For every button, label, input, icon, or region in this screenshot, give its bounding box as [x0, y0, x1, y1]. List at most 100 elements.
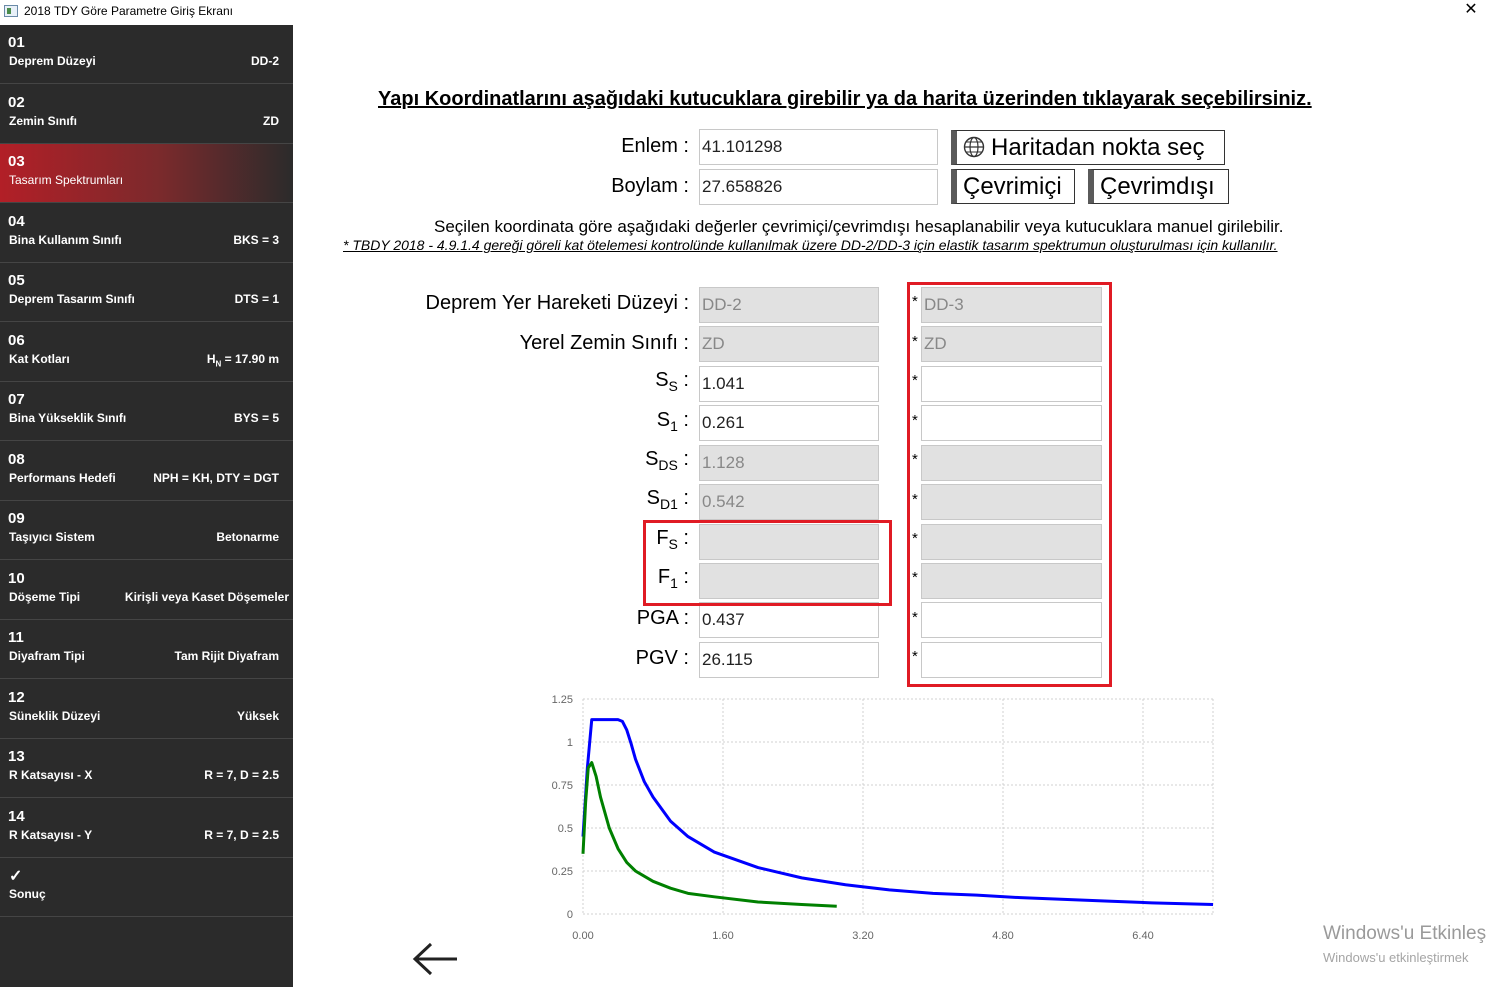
sidebar-item-kat-kotlari[interactable]: 06 Kat Kotları HN = 17.90 m: [0, 323, 293, 382]
sidebar-item-zemin-sinifi[interactable]: 02 Zemin Sınıfı ZD: [0, 85, 293, 144]
step-number: 03: [8, 153, 25, 170]
sidebar-item-sonuc[interactable]: ✓ Sonuç: [0, 858, 293, 917]
step-name: Deprem Tasarım Sınıfı: [9, 292, 135, 306]
step-value: HN = 17.90 m: [207, 352, 279, 368]
step-value: NPH = KH, DTY = DGT: [153, 471, 279, 485]
ss-label-main: S: [655, 369, 669, 391]
sidebar-item-deprem-duzeyi[interactable]: 01 Deprem Düzeyi DD-2: [0, 25, 293, 84]
step-number: 08: [8, 451, 25, 468]
dd2-ss-input[interactable]: [699, 366, 879, 402]
step-value: DD-2: [250, 54, 279, 68]
chart-xtick-label: 1.60: [712, 930, 733, 942]
sidebar-item-diyafram-tipi[interactable]: 11 Diyafram Tipi Tam Rijit Diyafram: [0, 620, 293, 679]
sd1-label-sub: D1: [659, 496, 678, 512]
offline-button[interactable]: Çevrimdışı: [1088, 169, 1229, 204]
chart-xtick-label: 4.80: [992, 930, 1013, 942]
check-icon: ✓: [9, 868, 23, 885]
step-value: BYS = 5: [233, 411, 279, 425]
arrow-left-icon[interactable]: [411, 939, 461, 979]
sds-label-sub: DS: [658, 457, 678, 473]
step-number: 04: [8, 213, 25, 230]
step-value: Tam Rijit Diyafram: [174, 649, 279, 663]
sds-label: SDS :: [645, 448, 689, 473]
sidebar-item-tasiyici-sistem[interactable]: 09 Taşıyıcı Sistem Betonarme: [0, 501, 293, 560]
step-name: Süneklik Düzeyi: [9, 709, 101, 723]
activation-watermark-title: Windows'u Etkinleş: [1323, 923, 1487, 944]
title-bar: 2018 TDY Göre Parametre Giriş Ekranı ✕: [0, 0, 1489, 25]
close-icon[interactable]: ✕: [1453, 0, 1489, 22]
step-number: 12: [8, 689, 25, 706]
yerel-zemin-label: Yerel Zemin Sınıfı :: [519, 332, 689, 354]
dd2-zemin-sinifi-field: [699, 326, 879, 362]
s1-label-tail: :: [677, 409, 689, 431]
chart-ytick-label: 0.25: [552, 866, 573, 878]
sds-label-main: S: [645, 448, 659, 470]
dd3-column-highlight-box: [907, 282, 1112, 687]
step-name: Performans Hedefi: [9, 471, 116, 485]
step-number: 06: [8, 332, 25, 349]
step-value: ZD: [263, 114, 279, 128]
globe-icon: [963, 136, 985, 158]
sidebar-item-r-katsayisi-y[interactable]: 14 R Katsayısı - Y R = 7, D = 2.5: [0, 799, 293, 858]
step-number: 01: [8, 34, 25, 51]
step-value: DTS = 1: [234, 292, 279, 306]
sidebar-item-doseme-tipi[interactable]: 10 Döşeme Tipi Kirişli veya Kaset Döşeme…: [0, 561, 293, 620]
step-name: Zemin Sınıfı: [9, 114, 78, 128]
chart-xtick-label: 3.20: [852, 930, 873, 942]
step-value-rest: = 17.90 m: [221, 352, 279, 366]
step-number: 07: [8, 391, 25, 408]
sidebar-item-suneklik-duzeyi[interactable]: 12 Süneklik Düzeyi Yüksek: [0, 680, 293, 739]
sidebar-item-bina-yukseklik-sinifi[interactable]: 07 Bina Yükseklik Sınıfı BYS = 5: [0, 382, 293, 441]
sidebar-item-bina-kullanim-sinifi[interactable]: 04 Bina Kullanım Sınıfı BKS = 3: [0, 204, 293, 263]
ss-label-tail: :: [677, 369, 689, 391]
step-name: Bina Kullanım Sınıfı: [9, 233, 122, 247]
app-window: 2018 TDY Göre Parametre Giriş Ekranı ✕ 0…: [0, 0, 1489, 987]
map-select-label: Haritadan nokta seç: [991, 134, 1205, 161]
note-text: * TBDY 2018 - 4.9.1.4 gereği göreli kat …: [343, 237, 1278, 253]
sidebar-item-tasarim-spektrumlari[interactable]: 03 Tasarım Spektrumları: [0, 144, 293, 203]
sd1-label: SD1 :: [647, 487, 689, 512]
dd2-sd1-field: [699, 484, 879, 520]
chart-ytick-label: 0.5: [558, 823, 573, 835]
step-value: Betonarme: [216, 530, 279, 544]
window-title: 2018 TDY Göre Parametre Giriş Ekranı: [24, 4, 233, 18]
chart-ytick-label: 0.75: [552, 780, 573, 792]
step-name: Sonuç: [9, 887, 46, 901]
online-button[interactable]: Çevrimiçi: [951, 169, 1075, 204]
sidebar-item-r-katsayisi-x[interactable]: 13 R Katsayısı - X R = 7, D = 2.5: [0, 739, 293, 798]
sd1-label-tail: :: [677, 487, 689, 509]
step-number: 02: [8, 94, 25, 111]
dd2-pgv-input[interactable]: [699, 642, 879, 678]
step-name: R Katsayısı - Y: [9, 828, 93, 842]
chart-ytick-label: 1.25: [552, 694, 573, 706]
step-name: Kat Kotları: [9, 352, 70, 366]
main-panel: Yapı Koordinatlarını aşağıdaki kutucukla…: [293, 25, 1489, 987]
step-value: BKS = 3: [233, 233, 279, 247]
dd2-sds-field: [699, 445, 879, 481]
chart-xtick-label: 6.40: [1132, 930, 1153, 942]
step-number: 09: [8, 510, 25, 527]
dd2-pga-input[interactable]: [699, 602, 879, 638]
pga-label: PGA :: [636, 607, 689, 629]
step-value: Kirişli veya Kaset Döşemeler: [124, 590, 289, 604]
step-value: R = 7, D = 2.5: [204, 768, 279, 782]
dd2-s1-input[interactable]: [699, 405, 879, 441]
s1-label: S1 :: [657, 409, 689, 434]
deprem-yer-hareketi-label: Deprem Yer Hareketi Düzeyi :: [425, 292, 689, 314]
step-value-main: H: [206, 352, 216, 366]
info-text: Seçilen koordinata göre aşağıdaki değerl…: [434, 217, 1284, 236]
sidebar: 01 Deprem Düzeyi DD-2 02 Zemin Sınıfı ZD…: [0, 25, 293, 987]
app-icon: [4, 5, 18, 17]
step-number: 10: [8, 570, 25, 587]
boylam-input[interactable]: [699, 169, 938, 205]
enlem-input[interactable]: [699, 129, 938, 165]
sidebar-item-performans-hedefi[interactable]: 08 Performans Hedefi NPH = KH, DTY = DGT: [0, 442, 293, 501]
sds-label-tail: :: [677, 448, 689, 470]
sidebar-item-deprem-tasarim-sinifi[interactable]: 05 Deprem Tasarım Sınıfı DTS = 1: [0, 263, 293, 322]
step-name: R Katsayısı - X: [9, 768, 93, 782]
step-name: Tasarım Spektrumları: [9, 173, 124, 187]
step-name: Deprem Düzeyi: [9, 54, 96, 68]
step-number: 05: [8, 272, 25, 289]
map-select-button[interactable]: Haritadan nokta seç: [951, 130, 1225, 165]
step-name: Diyafram Tipi: [9, 649, 85, 663]
